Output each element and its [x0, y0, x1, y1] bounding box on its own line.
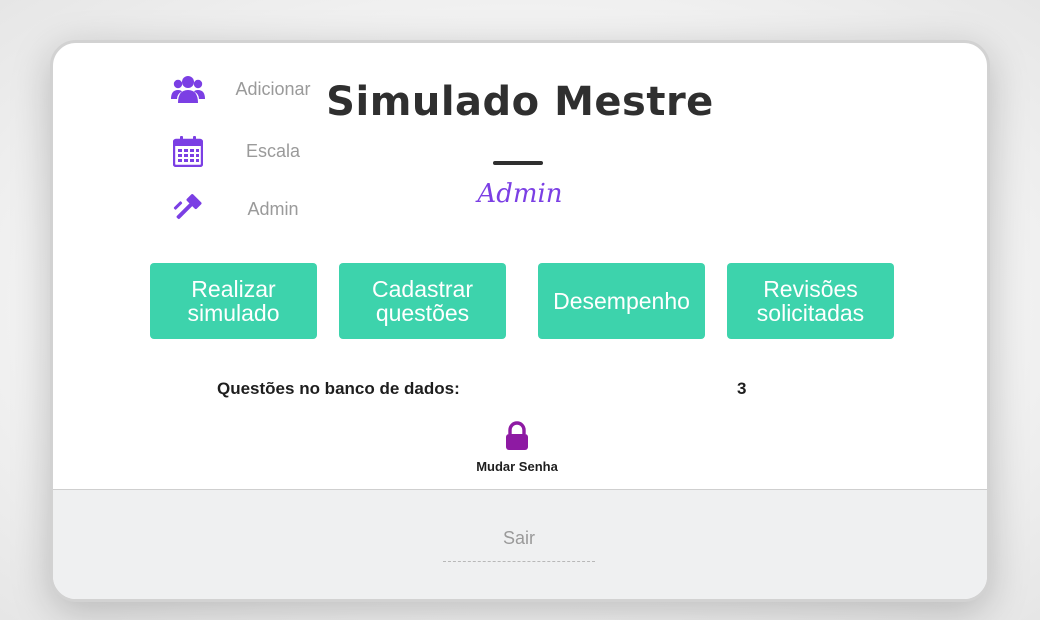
side-nav-item-escala[interactable]: Escala [171, 131, 311, 171]
cadastrar-questoes-button[interactable]: Cadastrar questões [339, 263, 506, 339]
change-password-label: Mudar Senha [476, 459, 558, 474]
lock-icon [504, 421, 530, 455]
main-card: Adicionar Escala Admin Simulado Mestre A… [50, 40, 990, 602]
logout-link[interactable]: Sair [443, 528, 595, 562]
change-password-button[interactable]: Mudar Senha [467, 421, 567, 474]
user-role: Admin [477, 179, 563, 209]
page-title: Simulado Mestre [326, 79, 714, 125]
revisoes-solicitadas-button[interactable]: Revisões solicitadas [727, 263, 894, 339]
realizar-simulado-button[interactable]: Realizar simulado [150, 263, 317, 339]
question-count-value: 3 [737, 379, 747, 398]
calendar-icon [171, 134, 205, 168]
question-count-label: Questões no banco de dados: [217, 379, 460, 398]
footer: Sair [53, 489, 987, 599]
desempenho-button[interactable]: Desempenho [538, 263, 705, 339]
title-divider [493, 161, 543, 165]
side-nav-label: Escala [245, 140, 301, 161]
